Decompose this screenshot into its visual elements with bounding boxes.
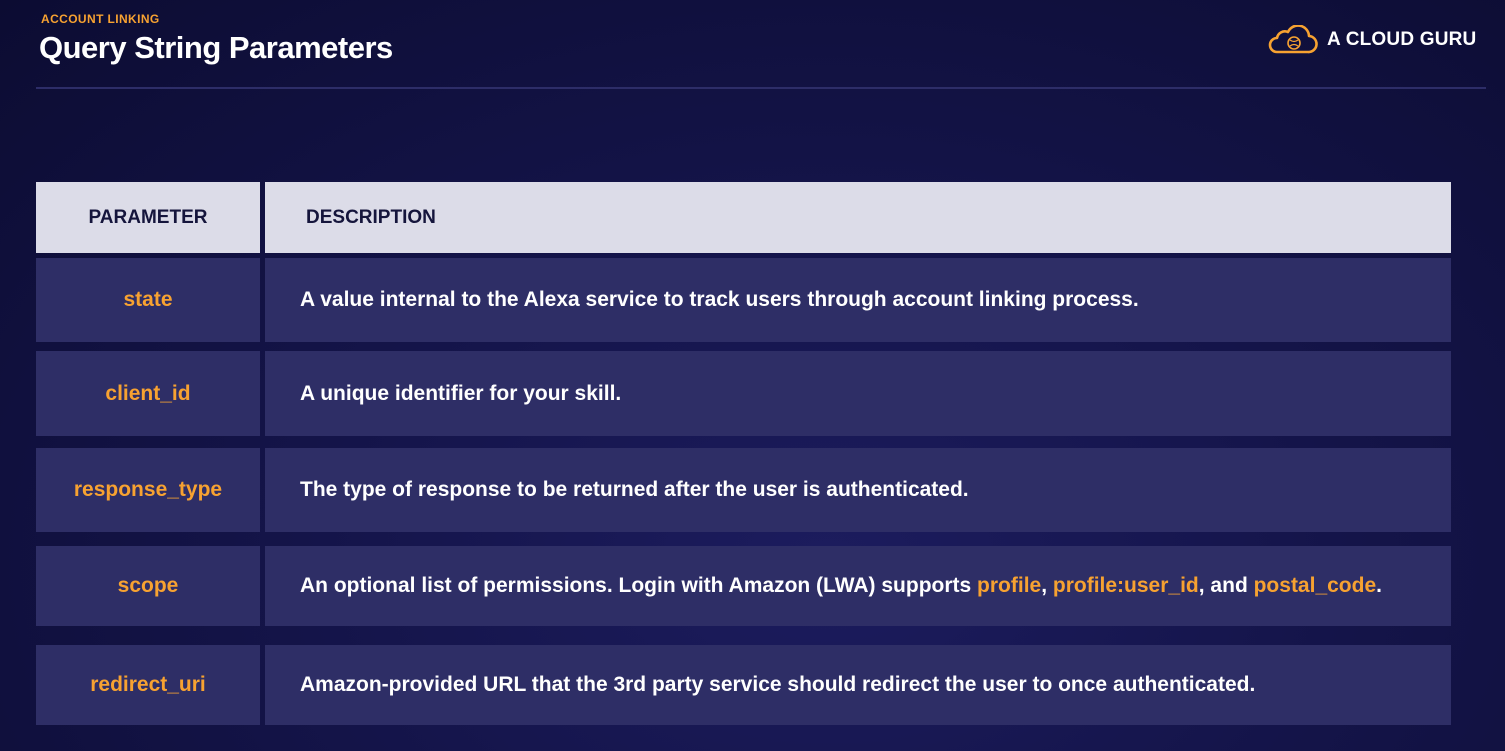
table-header-row: PARAMETER DESCRIPTION — [36, 182, 1451, 253]
section-eyebrow: ACCOUNT LINKING — [41, 12, 160, 26]
parameter-name: state — [36, 258, 260, 342]
column-header-parameter: PARAMETER — [36, 182, 260, 253]
parameter-description: The type of response to be returned afte… — [265, 448, 1451, 532]
table-row: state A value internal to the Alexa serv… — [36, 258, 1451, 342]
page-title: Query String Parameters — [39, 30, 393, 65]
parameter-name: redirect_uri — [36, 645, 260, 725]
table-row: response_type The type of response to be… — [36, 448, 1451, 532]
scope-description-text: An optional list of permissions. Login w… — [300, 572, 1382, 600]
scope-value-profile-user-id: profile:user_id — [1052, 574, 1199, 597]
cloud-logo-icon — [1268, 25, 1318, 55]
scope-description-intro: An optional list of permissions. Login w… — [300, 574, 978, 597]
scope-description-end: . — [1376, 574, 1382, 597]
parameter-name: client_id — [36, 351, 260, 436]
parameter-description: A unique identifier for your skill. — [265, 351, 1451, 436]
parameter-name: response_type — [36, 448, 260, 532]
table-row: scope An optional list of permissions. L… — [36, 546, 1451, 626]
parameter-description: A value internal to the Alexa service to… — [265, 258, 1451, 342]
table-row: client_id A unique identifier for your s… — [36, 351, 1451, 436]
scope-value-postal-code: postal_code — [1253, 574, 1377, 597]
table-row: redirect_uri Amazon-provided URL that th… — [36, 645, 1451, 725]
scope-separator: , — [1041, 574, 1053, 597]
parameter-description: An optional list of permissions. Login w… — [265, 546, 1451, 626]
parameter-name: scope — [36, 546, 260, 626]
parameter-description: Amazon-provided URL that the 3rd party s… — [265, 645, 1451, 725]
scope-value-profile: profile — [977, 574, 1042, 597]
brand-name: A CLOUD GURU — [1327, 29, 1477, 50]
scope-separator: , and — [1198, 574, 1254, 597]
column-header-description: DESCRIPTION — [265, 182, 1451, 253]
brand-logo: A CLOUD GURU — [1268, 22, 1476, 58]
header-divider — [36, 87, 1486, 89]
